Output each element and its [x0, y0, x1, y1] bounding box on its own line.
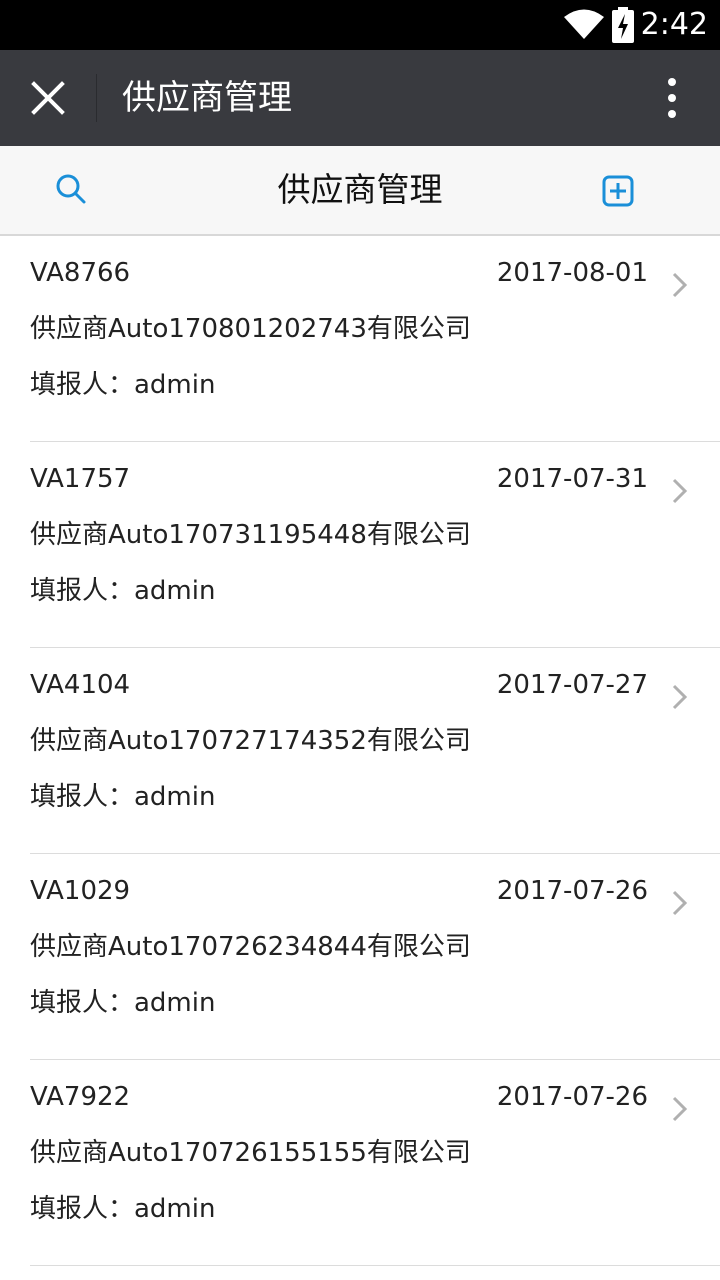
- supplier-date: 2017-07-31: [496, 464, 648, 494]
- battery-charging-icon: [612, 7, 634, 47]
- list-item[interactable]: VA1757 2017-07-31 供应商Auto170731195448有限公…: [30, 442, 720, 648]
- chevron-right-icon: [670, 1094, 690, 1124]
- page-toolbar: 供应商管理: [0, 146, 720, 236]
- supplier-name: 供应商Auto170727174352有限公司: [30, 726, 471, 756]
- app-bar: 供应商管理: [0, 50, 720, 146]
- supplier-code: VA7922: [30, 1082, 131, 1112]
- supplier-name: 供应商Auto170726155155有限公司: [30, 1138, 471, 1168]
- supplier-list: VA8766 2017-08-01 供应商Auto170801202743有限公…: [0, 236, 720, 1266]
- app-bar-divider: [96, 74, 97, 122]
- chevron-right-icon: [670, 476, 690, 506]
- supplier-code: VA1029: [30, 876, 131, 906]
- status-bar: 2:42: [0, 0, 720, 50]
- supplier-date: 2017-07-27: [496, 670, 648, 700]
- supplier-code: VA1757: [30, 464, 131, 494]
- supplier-reporter: 填报人：admin: [30, 988, 216, 1018]
- list-item[interactable]: VA7922 2017-07-26 供应商Auto170726155155有限公…: [30, 1060, 720, 1266]
- supplier-name: 供应商Auto170801202743有限公司: [30, 314, 471, 344]
- supplier-reporter: 填报人：admin: [30, 576, 216, 606]
- supplier-date: 2017-08-01: [496, 258, 648, 288]
- supplier-date: 2017-07-26: [496, 876, 648, 906]
- supplier-reporter: 填报人：admin: [30, 370, 216, 400]
- close-icon[interactable]: [26, 76, 70, 120]
- list-item[interactable]: VA1029 2017-07-26 供应商Auto170726234844有限公…: [30, 854, 720, 1060]
- chevron-right-icon: [670, 270, 690, 300]
- supplier-reporter: 填报人：admin: [30, 782, 216, 812]
- chevron-right-icon: [670, 888, 690, 918]
- supplier-name: 供应商Auto170731195448有限公司: [30, 520, 471, 550]
- supplier-reporter: 填报人：admin: [30, 1194, 216, 1224]
- chevron-right-icon: [670, 682, 690, 712]
- list-item[interactable]: VA4104 2017-07-27 供应商Auto170727174352有限公…: [30, 648, 720, 854]
- more-vertical-icon[interactable]: [652, 74, 692, 122]
- supplier-code: VA8766: [30, 258, 131, 288]
- wifi-icon: [563, 8, 605, 44]
- supplier-code: VA4104: [30, 670, 131, 700]
- list-item[interactable]: VA8766 2017-08-01 供应商Auto170801202743有限公…: [30, 236, 720, 442]
- add-square-icon[interactable]: [602, 175, 634, 207]
- supplier-name: 供应商Auto170726234844有限公司: [30, 932, 471, 962]
- app-bar-title: 供应商管理: [122, 78, 292, 118]
- status-time: 2:42: [640, 7, 708, 42]
- supplier-date: 2017-07-26: [496, 1082, 648, 1112]
